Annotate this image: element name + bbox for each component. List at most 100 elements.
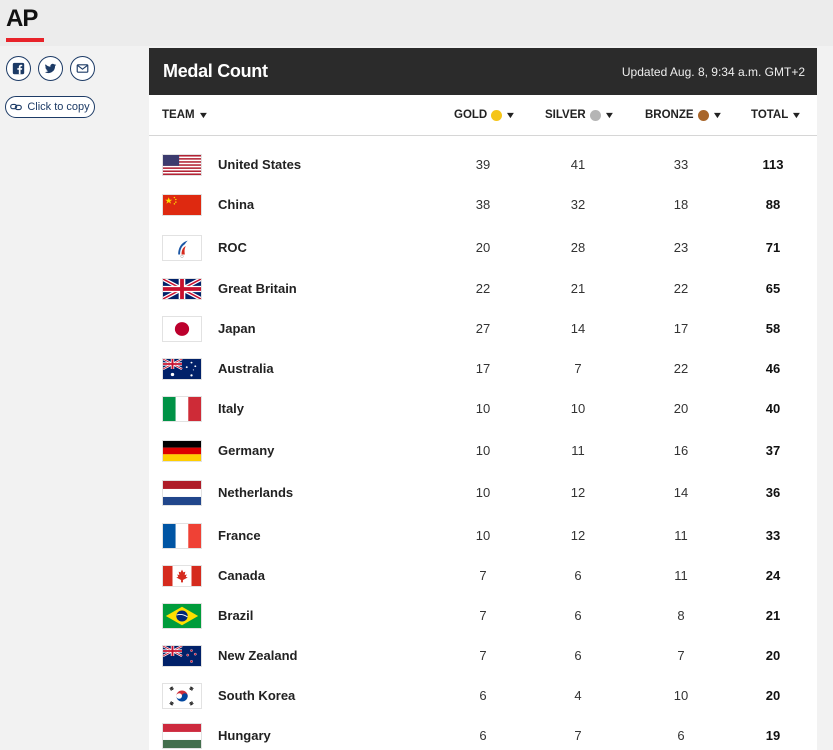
updated-timestamp: Updated Aug. 8, 9:34 a.m. GMT+2 [621,64,805,79]
bronze-count: 23 [673,240,689,255]
team-name: Australia [218,361,274,376]
silver-count: 7 [574,361,582,376]
total-count: 36 [765,485,781,500]
click-to-copy-label: Click to copy [27,101,90,113]
silver-count: 7 [574,728,582,743]
gold-count: 27 [475,321,491,336]
team-header-label: TEAM [162,109,195,121]
sort-bronze-header[interactable]: BRONZE ▼ [645,109,723,121]
top-bar: AP [0,0,833,46]
team-name: Italy [218,401,245,416]
facebook-icon [12,62,25,75]
team-name: Great Britain [218,281,297,296]
total-count: 24 [765,568,781,583]
chevron-down-icon: ▼ [711,110,723,120]
table-row[interactable]: Australia 17 7 22 46 [149,348,817,388]
bronze-header-label: BRONZE [645,109,694,121]
silver-count: 10 [570,401,586,416]
table-row[interactable]: Netherlands 10 12 14 36 [149,472,817,512]
table-row[interactable]: United States 39 41 33 113 [149,144,817,184]
great-britain-flag-icon [162,278,202,300]
brazil-flag-icon [162,603,202,629]
bronze-medal-icon [697,109,709,121]
twitter-icon [44,63,57,74]
bronze-count: 22 [673,361,689,376]
gold-count: 6 [479,688,487,703]
email-share-button[interactable] [70,56,95,81]
table-row[interactable]: Italy 10 10 20 40 [149,388,817,428]
gold-count: 7 [479,608,487,623]
gold-count: 6 [479,728,487,743]
table-row[interactable]: Hungary 6 7 6 19 [149,715,817,750]
gold-count: 38 [475,197,491,212]
ap-logo-underline [6,38,44,42]
gold-count: 7 [479,648,487,663]
roc-flag-icon [162,235,202,261]
total-count: 37 [765,443,781,458]
team-name: France [218,528,261,543]
table-row[interactable]: France 10 12 11 33 [149,515,817,555]
team-name: ROC [218,240,247,255]
silver-count: 4 [574,688,582,703]
table-row[interactable]: Great Britain 22 21 22 65 [149,268,817,308]
twitter-share-button[interactable] [38,56,63,81]
table-row[interactable]: Japan 27 14 17 58 [149,308,817,348]
gold-count: 10 [475,443,491,458]
total-count: 46 [765,361,781,376]
chevron-down-icon: ▼ [504,110,517,120]
table-row[interactable]: China 38 32 18 88 [149,184,817,224]
bronze-count: 11 [674,568,688,583]
ap-logo[interactable]: AP [6,4,44,42]
germany-flag-icon [162,440,202,462]
silver-count: 32 [570,197,586,212]
china-flag-icon [162,194,202,216]
south-korea-flag-icon [162,683,202,709]
sort-team-header[interactable]: TEAM ▼ [162,109,209,121]
total-count: 113 [762,157,784,172]
gold-count: 10 [475,485,491,500]
sort-gold-header[interactable]: GOLD ▼ [454,109,517,121]
gold-count: 20 [475,240,491,255]
table-row[interactable]: South Korea 6 4 10 20 [149,675,817,715]
silver-count: 6 [574,568,582,583]
hungary-flag-icon [162,723,202,749]
ap-logo-text: AP [6,5,38,32]
envelope-icon [76,64,89,73]
silver-count: 11 [571,443,585,458]
netherlands-flag-icon [162,480,202,506]
bronze-count: 10 [673,688,689,703]
total-count: 20 [765,648,781,663]
gold-count: 22 [475,281,491,296]
silver-count: 21 [570,281,586,296]
facebook-share-button[interactable] [6,56,31,81]
chevron-down-icon: ▼ [603,110,615,120]
japan-flag-icon [162,316,202,342]
team-name: Canada [218,568,265,583]
gold-count: 39 [475,157,491,172]
table-row[interactable]: Brazil 7 6 8 21 [149,595,817,635]
bronze-count: 7 [677,648,685,663]
gold-medal-icon [491,109,503,121]
medal-count-panel: Medal Count Updated Aug. 8, 9:34 a.m. GM… [149,48,817,750]
gold-count: 10 [475,528,491,543]
gold-count: 10 [475,401,491,416]
link-icon [10,103,23,111]
silver-medal-icon [589,109,601,121]
silver-count: 12 [570,528,586,543]
table-row[interactable]: New Zealand 7 6 7 20 [149,635,817,675]
team-name: Brazil [218,608,254,623]
silver-count: 6 [574,608,582,623]
sort-total-header[interactable]: TOTAL ▼ [751,109,803,121]
click-to-copy-button[interactable]: Click to copy [5,96,95,118]
table-row[interactable]: ROC 20 28 23 71 [149,227,817,267]
gold-count: 7 [479,568,487,583]
silver-count: 12 [570,485,586,500]
sort-silver-header[interactable]: SILVER ▼ [545,109,615,121]
team-name: China [218,197,255,212]
table-row[interactable]: Germany 10 11 16 37 [149,430,817,470]
table-row[interactable]: Canada 7 6 11 24 [149,555,817,595]
column-headers: TEAM ▼ GOLD ▼ SILVER ▼ BRONZE ▼ TOTAL ▼ [149,95,817,136]
bronze-count: 16 [673,443,689,458]
total-count: 21 [765,608,781,623]
silver-count: 6 [574,648,582,663]
